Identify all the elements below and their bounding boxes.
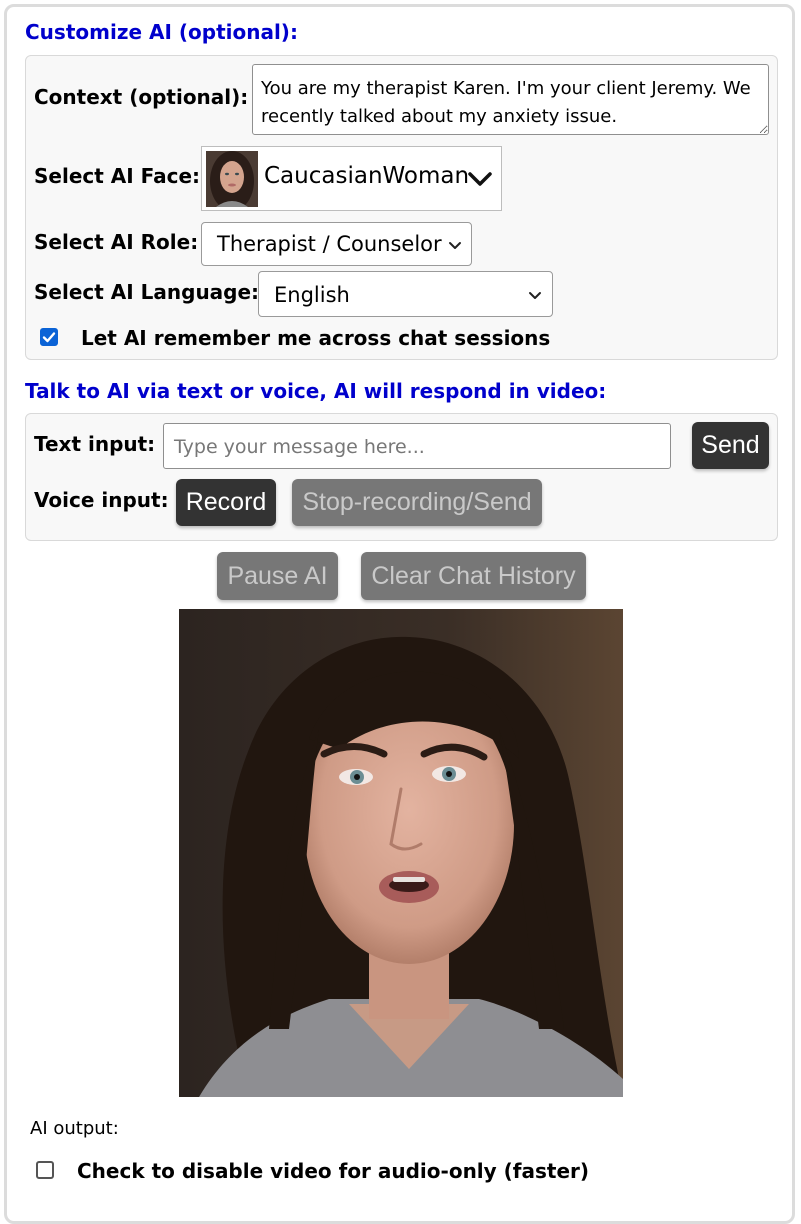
role-label: Select AI Role: [34, 230, 199, 254]
clear-chat-history-button[interactable]: Clear Chat History [361, 552, 586, 600]
remember-checkbox[interactable] [40, 328, 58, 346]
role-select[interactable]: Therapist / Counselor [201, 222, 472, 266]
ai-video[interactable] [179, 609, 623, 1097]
face-thumbnail [206, 151, 258, 207]
language-label: Select AI Language: [34, 280, 260, 304]
disable-video-checkbox[interactable] [36, 1161, 54, 1179]
disable-video-label: Check to disable video for audio-only (f… [77, 1159, 590, 1183]
message-input[interactable]: Type your message here... [163, 423, 671, 469]
pause-ai-button[interactable]: Pause AI [217, 552, 338, 600]
customize-heading: Customize AI (optional): [25, 20, 298, 44]
chevron-down-icon [529, 292, 541, 299]
text-input-label: Text input: [34, 432, 156, 456]
face-label: Select AI Face: [34, 164, 201, 188]
language-select-value: English [274, 283, 350, 307]
message-input-placeholder: Type your message here... [174, 436, 425, 458]
context-label: Context (optional): [34, 85, 249, 109]
context-textarea[interactable]: You are my therapist Karen. I'm your cli… [252, 64, 769, 135]
voice-input-label: Voice input: [34, 488, 169, 512]
checkmark-icon [42, 332, 56, 343]
ai-output-label: AI output: [30, 1118, 119, 1139]
stop-recording-send-button[interactable]: Stop-recording/Send [292, 479, 542, 526]
face-select-value: CaucasianWoman [264, 163, 470, 189]
chevron-down-icon [449, 242, 461, 249]
language-select[interactable]: English [258, 271, 553, 317]
remember-label: Let AI remember me across chat sessions [81, 326, 551, 350]
role-select-value: Therapist / Counselor [217, 232, 442, 256]
chevron-down-icon [468, 172, 492, 186]
face-select[interactable]: CaucasianWoman [201, 146, 502, 211]
talk-heading: Talk to AI via text or voice, AI will re… [25, 379, 607, 403]
record-button[interactable]: Record [176, 479, 276, 526]
send-button[interactable]: Send [692, 422, 769, 469]
